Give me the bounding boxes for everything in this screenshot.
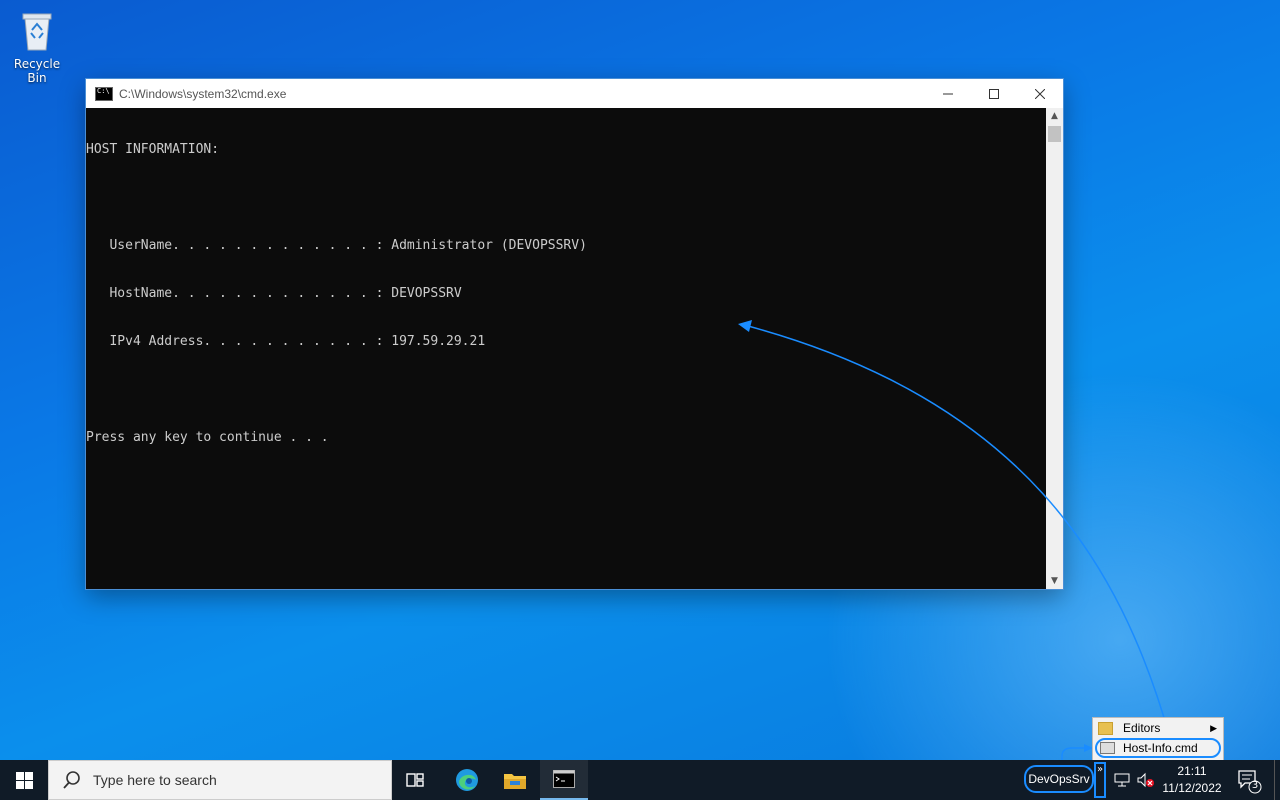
window-titlebar[interactable]: C:\Windows\system32\cmd.exe (86, 79, 1063, 108)
maximize-icon (989, 88, 999, 99)
recycle-bin-desktop-icon[interactable]: Recycle Bin (4, 8, 70, 85)
recycle-bin-label: Recycle Bin (13, 57, 61, 85)
toolbar-chevron-icon[interactable]: » (1094, 762, 1106, 798)
window-title: C:\Windows\system32\cmd.exe (119, 86, 287, 101)
console-line: HOST INFORMATION: (86, 142, 220, 157)
scrollbar-thumb[interactable] (1048, 126, 1061, 142)
search-placeholder: Type here to search (93, 772, 217, 788)
minimize-icon (943, 93, 953, 94)
console-line: IPv4 Address. . . . . . . . . . . : 197.… (86, 334, 486, 349)
console-scrollbar[interactable]: ▲ ▼ (1046, 108, 1063, 589)
volume-muted-icon (1137, 772, 1154, 788)
console-line: HostName. . . . . . . . . . . . . : DEVO… (86, 286, 462, 301)
console-line: Press any key to continue . . . (86, 430, 329, 445)
cmd-window[interactable]: C:\Windows\system32\cmd.exe HOST INFORMA… (86, 79, 1063, 589)
clock-date: 11/12/2022 (1162, 781, 1222, 795)
close-button[interactable] (1017, 79, 1063, 108)
search-icon (63, 771, 80, 789)
scroll-up-icon[interactable]: ▲ (1046, 108, 1063, 124)
show-desktop-button[interactable] (1274, 760, 1280, 800)
file-explorer-button[interactable] (491, 760, 539, 800)
terminal-icon (553, 770, 575, 788)
windows-logo-icon (15, 771, 33, 789)
taskbar-clock[interactable]: 21:11 11/12/2022 (1158, 763, 1226, 797)
console-output[interactable]: HOST INFORMATION: UserName. . . . . . . … (86, 108, 1046, 589)
action-center-button[interactable]: 3 (1236, 766, 1262, 794)
clock-time: 21:11 (1177, 764, 1207, 778)
volume-tray-icon[interactable] (1136, 760, 1156, 800)
menu-item-label: Editors (1123, 721, 1161, 735)
menu-item-editors[interactable]: Editors ▶ (1093, 718, 1223, 738)
close-icon (1035, 88, 1045, 99)
taskbar-search-box[interactable]: Type here to search (48, 760, 392, 800)
edge-button[interactable] (443, 760, 491, 800)
folder-icon (1098, 721, 1113, 735)
scroll-down-icon[interactable]: ▼ (1046, 573, 1063, 589)
devopssrv-toolbar[interactable]: DevOpsSrv (1024, 765, 1094, 793)
recycle-bin-icon (22, 13, 52, 51)
toolbar-popup-menu[interactable]: Editors ▶ Host-Info.cmd (1092, 717, 1224, 761)
maximize-button[interactable] (971, 79, 1017, 108)
menu-item-label: Host-Info.cmd (1123, 741, 1198, 755)
cmd-file-icon (1100, 742, 1115, 754)
notification-count-badge: 3 (1251, 780, 1259, 791)
cmd-app-icon (95, 86, 113, 101)
edge-browser-icon (456, 769, 478, 791)
folder-explorer-icon (504, 774, 526, 789)
command-prompt-taskbar-button[interactable] (540, 760, 588, 800)
menu-item-host-info[interactable]: Host-Info.cmd (1095, 738, 1221, 758)
task-view-icon (406, 773, 424, 787)
network-icon (1114, 773, 1130, 787)
task-view-button[interactable] (392, 760, 440, 800)
minimize-button[interactable] (925, 79, 971, 108)
start-button[interactable] (0, 760, 48, 800)
submenu-arrow-icon: ▶ (1210, 722, 1217, 733)
console-line: UserName. . . . . . . . . . . . . : Admi… (86, 238, 587, 253)
network-tray-icon[interactable] (1112, 760, 1132, 800)
